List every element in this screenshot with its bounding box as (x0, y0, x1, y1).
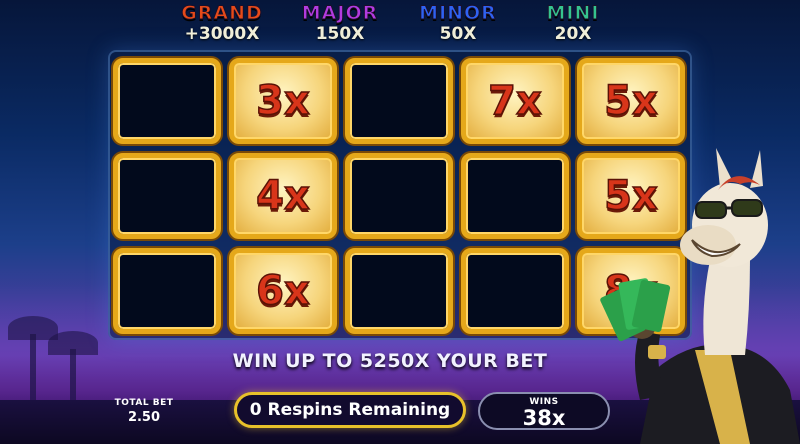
empty-cell (461, 248, 569, 334)
respins-remaining-panel: 0 Respins Remaining (234, 392, 466, 428)
empty-cell (461, 153, 569, 239)
empty-cell (345, 248, 453, 334)
multiplier-cell: 5x (577, 58, 685, 144)
total-bet-display[interactable]: TOTAL BET 2.50 (108, 398, 180, 425)
jackpot-value: +3000X (184, 24, 260, 44)
multiplier-value: 7x (487, 77, 542, 125)
respins-label: 0 Respins Remaining (249, 400, 451, 420)
total-bet-value: 2.50 (127, 410, 161, 425)
empty-cell (345, 58, 453, 144)
multiplier-cell: 4x (229, 153, 337, 239)
multiplier-value: 5x (603, 77, 658, 125)
multiplier-cell: 7x (461, 58, 569, 144)
jackpot-minor: MINOR 50X (398, 2, 518, 45)
jackpot-bar: GRAND +3000X MAJOR 150X MINOR 50X MINI 2… (0, 2, 800, 46)
multiplier-value: 3x (255, 77, 310, 125)
jackpot-value: 20X (554, 24, 592, 44)
jackpot-grand: GRAND +3000X (162, 2, 282, 45)
jackpot-value: 150X (315, 24, 365, 44)
jackpot-major: MAJOR 150X (280, 2, 400, 45)
multiplier-value: 4x (255, 172, 310, 220)
empty-cell (113, 248, 221, 334)
multiplier-cell: 6x (229, 248, 337, 334)
jackpot-name: MINOR (419, 2, 497, 25)
empty-cell (113, 58, 221, 144)
wins-value: 38x (522, 406, 566, 430)
total-bet-label: TOTAL BET (114, 398, 174, 408)
wins-panel: WINS 38x (478, 392, 610, 430)
empty-cell (113, 153, 221, 239)
multiplier-value: 6x (255, 267, 310, 315)
jackpot-mini: MINI 20X (513, 2, 633, 45)
jackpot-name: MAJOR (301, 2, 379, 25)
llama-mascot-icon (600, 148, 800, 444)
empty-cell (345, 153, 453, 239)
jackpot-name: MINI (546, 2, 600, 25)
multiplier-cell: 3x (229, 58, 337, 144)
jackpot-name: GRAND (181, 2, 263, 25)
jackpot-value: 50X (439, 24, 477, 44)
